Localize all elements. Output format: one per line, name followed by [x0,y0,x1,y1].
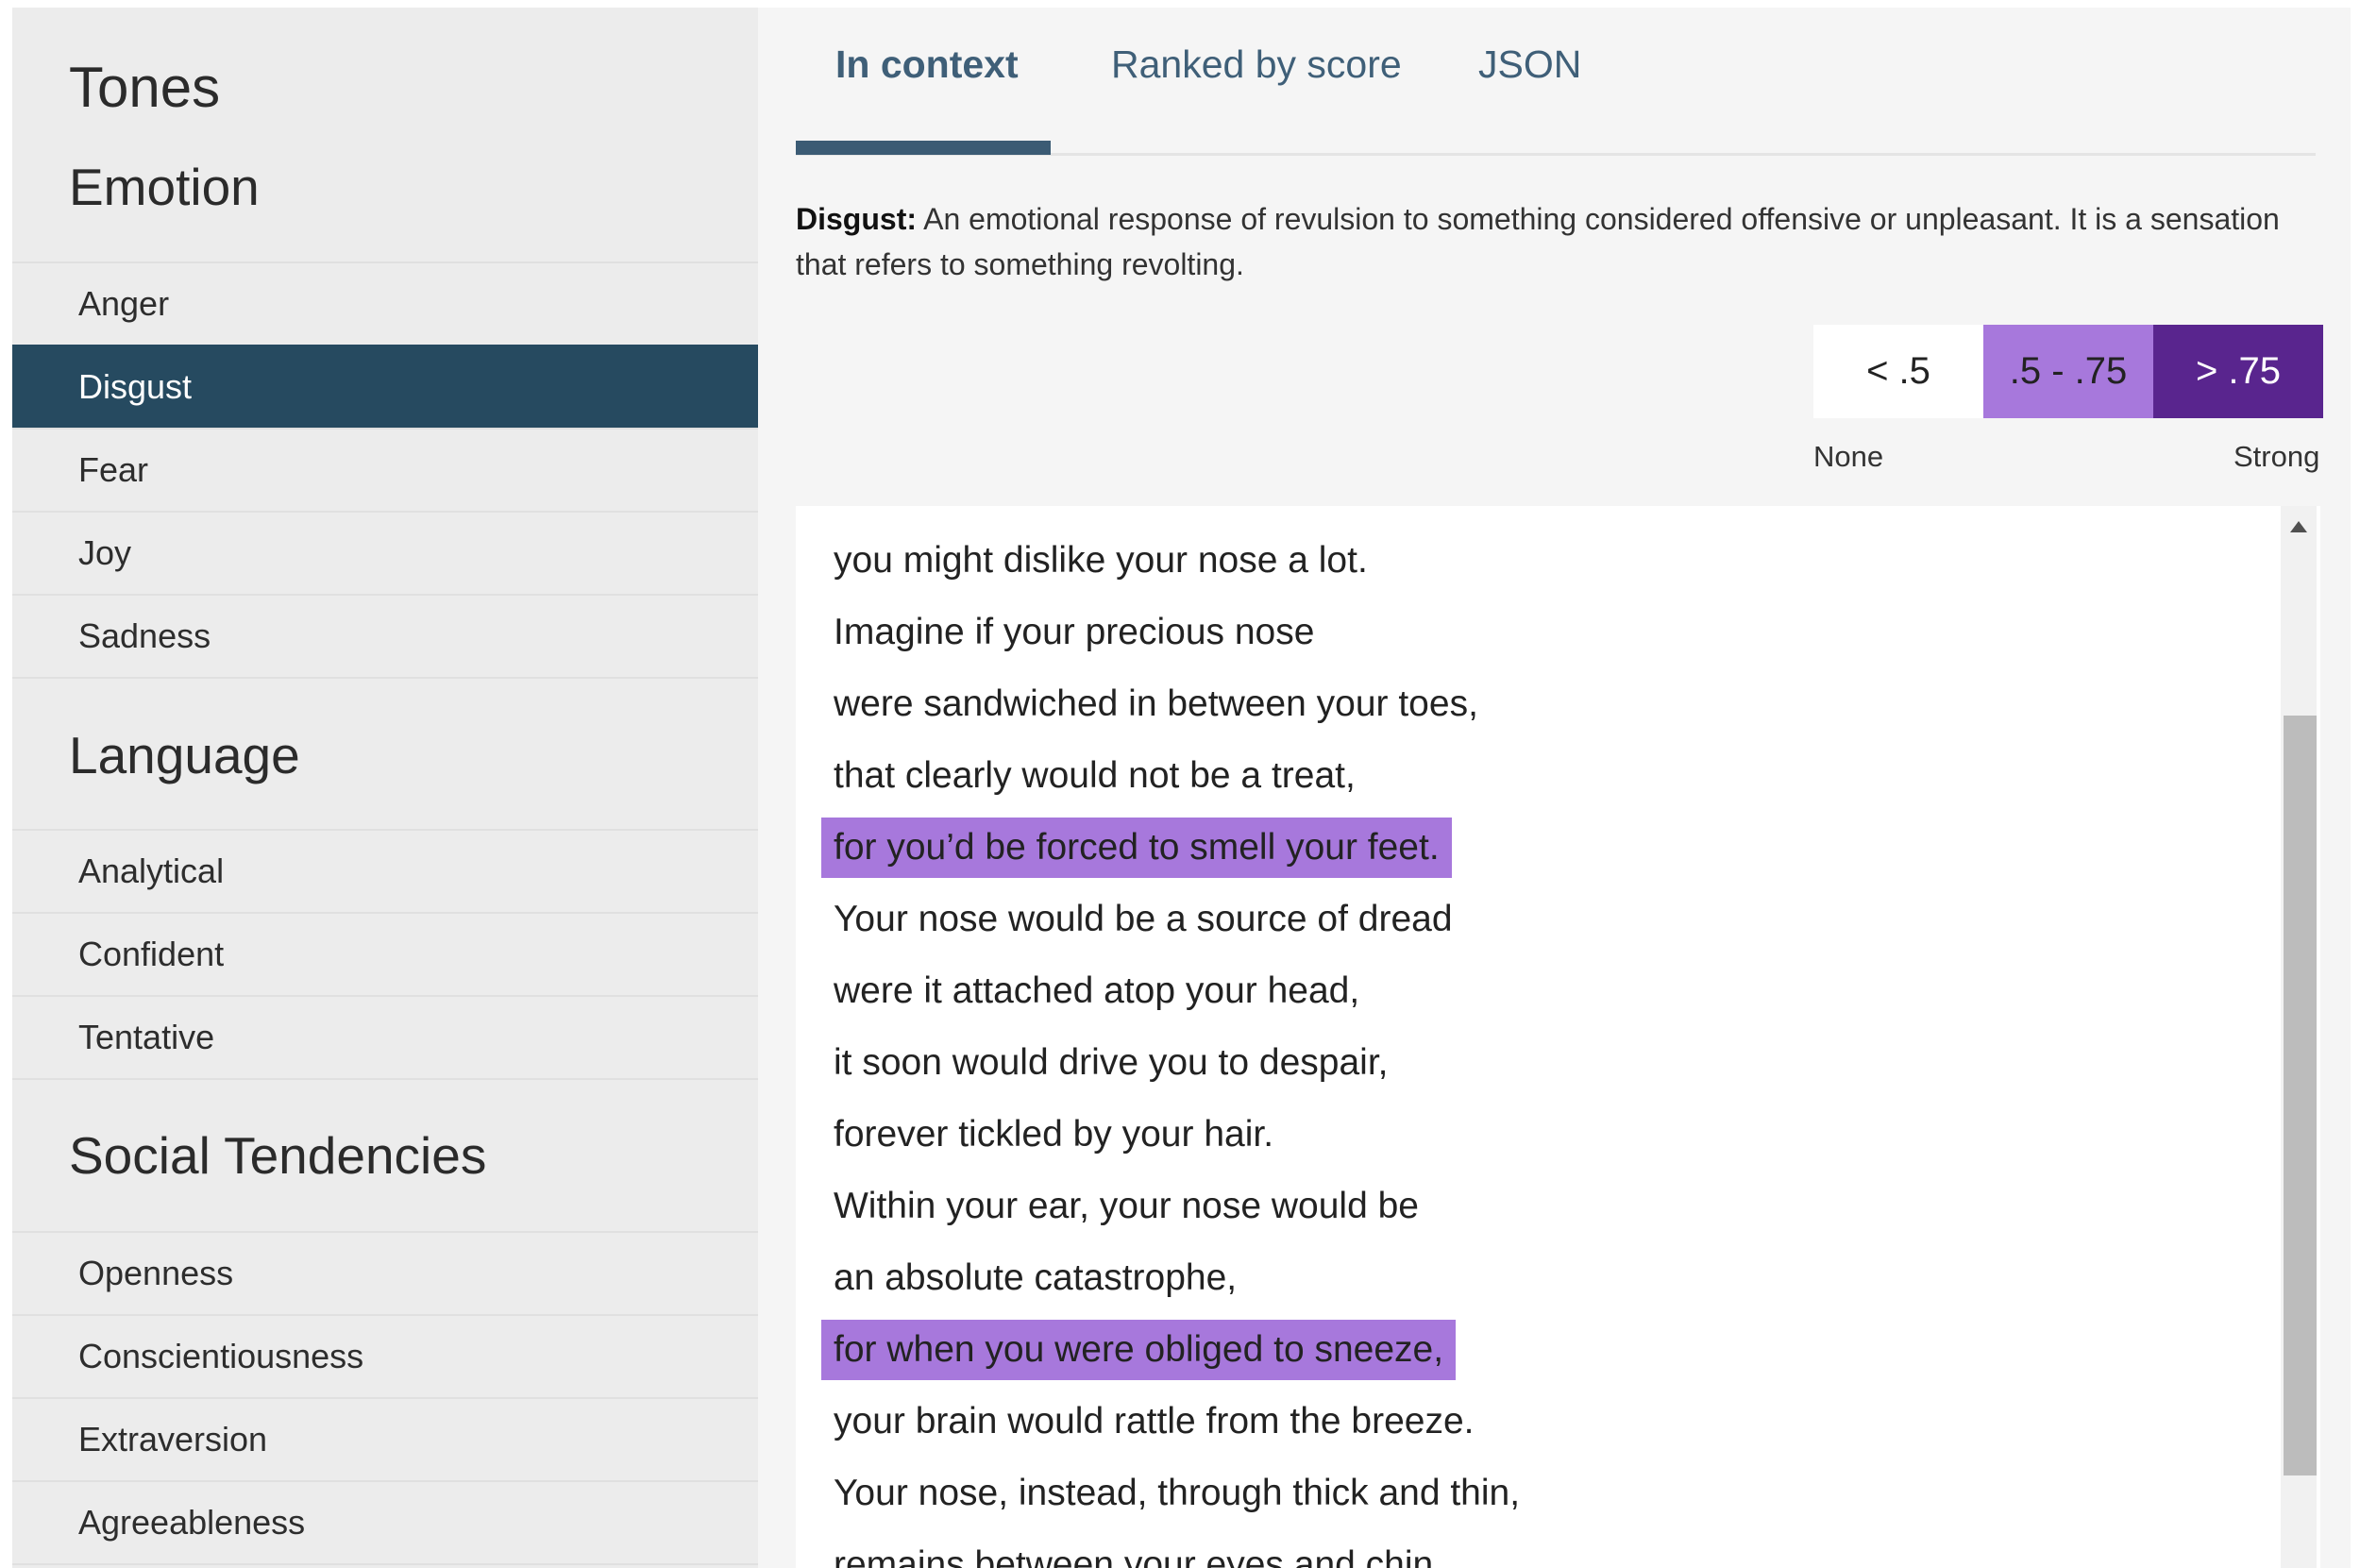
sentence-text: Your nose, instead, through thick and th… [834,1473,1521,1513]
sentence-text: were it attached atop your head, [834,970,1360,1011]
language-list: Analytical Confident Tentative [12,829,758,1080]
sidebar-item-agreeableness[interactable]: Agreeableness [12,1480,758,1563]
sidebar-item-tentative[interactable]: Tentative [12,995,758,1078]
sidebar-item-conscientiousness[interactable]: Conscientiousness [12,1314,758,1397]
sentence: forever tickled by your hair. [834,1099,1532,1171]
sentence-text: your brain would rattle from the breeze. [834,1401,1475,1442]
divider [12,1563,758,1565]
sentence: Your nose, instead, through thick and th… [834,1458,1532,1529]
section-heading-language: Language [69,726,300,784]
sentence: were sandwiched in between your toes, [834,668,1532,740]
sentence: remains between your eyes and chin, [834,1529,1532,1568]
section-heading-emotion: Emotion [69,158,260,216]
highlighted-sentence[interactable]: for when you were obliged to sneeze, [821,1314,1532,1386]
sidebar-item-extraversion[interactable]: Extraversion [12,1397,758,1480]
divider [12,1078,758,1080]
social-tendencies-list: Openness Conscientiousness Extraversion … [12,1231,758,1565]
sentence: Your nose would be a source of dread [834,884,1532,955]
tab-json[interactable]: JSON [1478,45,1581,84]
legend-high-range: > .75 [2153,325,2323,418]
sidebar-item-openness[interactable]: Openness [12,1231,758,1314]
emotion-list: Anger Disgust Fear Joy Sadness [12,261,758,679]
legend-strong-label: Strong [2234,440,2320,473]
active-tab-indicator [796,141,1051,155]
sentence-text: Imagine if your precious nose [834,612,1315,652]
sentence: an absolute catastrophe, [834,1242,1532,1314]
sentence-text: you might dislike your nose a lot. [834,540,1368,581]
sentence-text: Your nose would be a source of dread [834,899,1453,939]
analyzed-text-panel[interactable]: you might dislike your nose a lot. Imagin… [796,506,2320,1568]
legend-mid-range: .5 - .75 [1983,325,2153,418]
sentence: were it attached atop your head, [834,955,1532,1027]
sentence-text: forever tickled by your hair. [834,1114,1274,1155]
sidebar-item-disgust[interactable]: Disgust [12,345,758,428]
definition-term: Disgust: [796,202,917,236]
sidebar-item-joy[interactable]: Joy [12,511,758,594]
divider [12,677,758,679]
sentence-text: for when you were obliged to sneeze, [821,1320,1457,1380]
sentence-text: for you’d be forced to smell your feet. [821,818,1452,878]
sidebar-item-fear[interactable]: Fear [12,428,758,511]
legend-low-range: < .5 [1813,325,1983,418]
app-window: Tones Emotion Anger Disgust Fear Joy Sad… [12,8,2351,1568]
sentence-text: Within your ear, your nose would be [834,1186,1420,1226]
sentence-text: were sandwiched in between your toes, [834,683,1478,724]
sentence: that clearly would not be a treat, [834,740,1532,812]
scroll-up-arrow-icon[interactable] [2290,521,2307,532]
sentence: your brain would rattle from the breeze. [834,1386,1532,1458]
sentence: Imagine if your precious nose [834,597,1532,668]
tab-in-context[interactable]: In context [835,45,1019,84]
main-panel: In context Ranked by score JSON Disgust:… [758,8,2351,1568]
poem-lines: you might dislike your nose a lot. Imagin… [821,525,1532,1568]
sentence: it soon would drive you to despair, [834,1027,1532,1099]
sidebar-item-confident[interactable]: Confident [12,912,758,995]
sidebar-item-analytical[interactable]: Analytical [12,829,758,912]
section-heading-social-tendencies: Social Tendencies [69,1126,487,1185]
legend-none-label: None [1813,440,1884,473]
tab-ranked-by-score[interactable]: Ranked by score [1111,45,1402,84]
sentence: Within your ear, your nose would be [834,1171,1532,1242]
tone-definition: Disgust: An emotional response of revuls… [796,196,2320,287]
definition-text: An emotional response of revulsion to so… [796,202,2280,281]
tones-sidebar: Tones Emotion Anger Disgust Fear Joy Sad… [12,8,758,1568]
sidebar-title: Tones [69,56,221,119]
sentence-text: that clearly would not be a treat, [834,755,1356,796]
sentence: you might dislike your nose a lot. [834,525,1532,597]
sentence-text: an absolute catastrophe, [834,1257,1238,1298]
sidebar-item-anger[interactable]: Anger [12,261,758,345]
sidebar-item-sadness[interactable]: Sadness [12,594,758,677]
highlighted-sentence[interactable]: for you’d be forced to smell your feet. [821,812,1532,884]
sentence-text: it soon would drive you to despair, [834,1042,1389,1083]
scrollbar-thumb[interactable] [2284,716,2317,1475]
scrollbar[interactable] [2281,506,2317,1568]
sentence-text: remains between your eyes and chin, [834,1544,1444,1568]
